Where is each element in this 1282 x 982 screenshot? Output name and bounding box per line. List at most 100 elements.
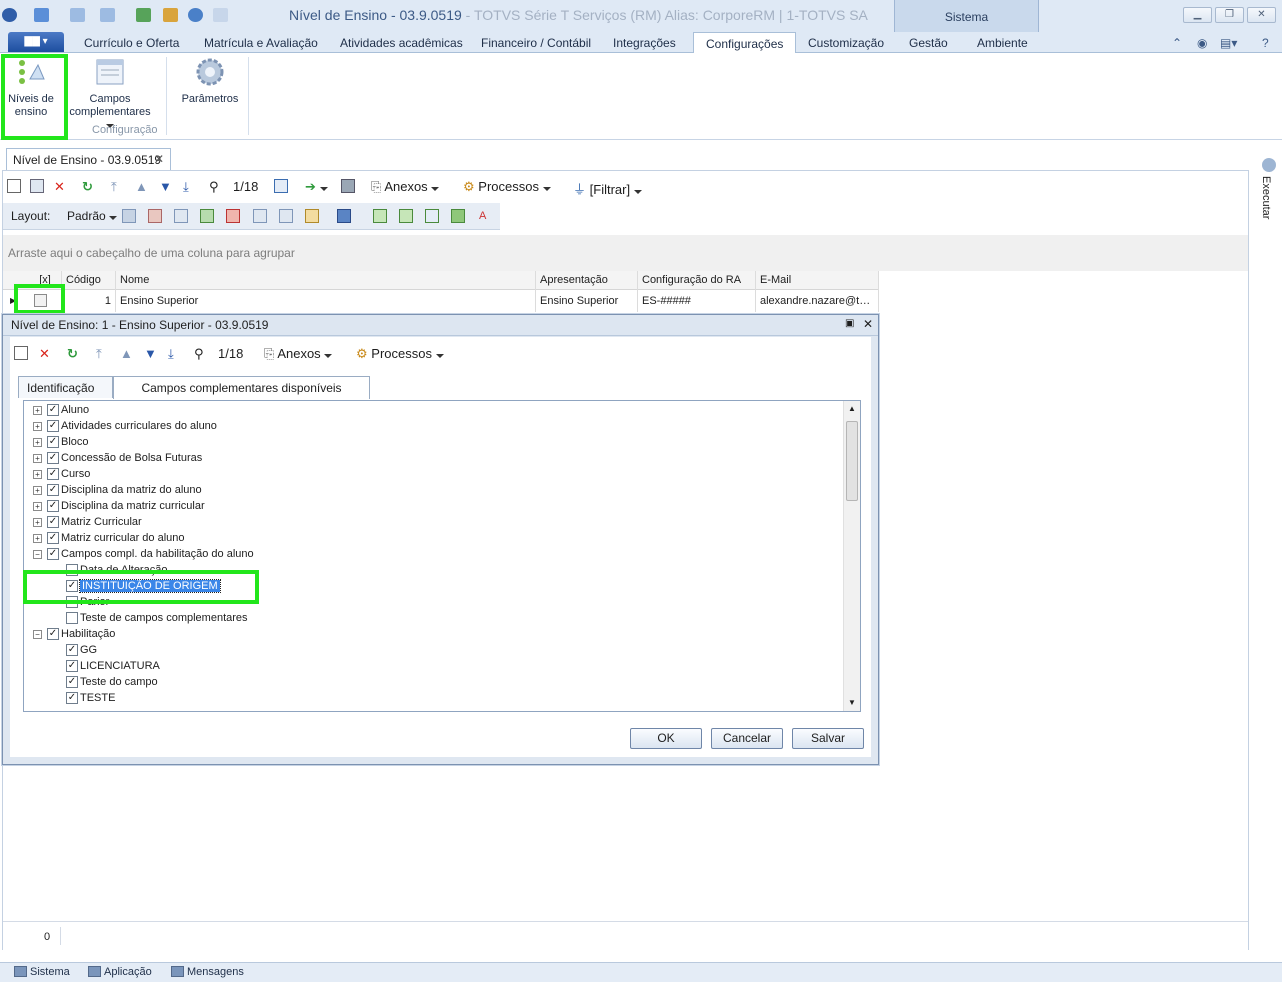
- tab-curriculo[interactable]: Currículo e Oferta: [84, 36, 179, 50]
- sistema-panel-button[interactable]: Sistema: [14, 966, 70, 978]
- help-globe-icon[interactable]: ◉: [1197, 36, 1207, 50]
- expand-icon[interactable]: +: [33, 502, 42, 511]
- help-icon[interactable]: ?: [1262, 36, 1269, 50]
- tree-checkbox[interactable]: ✓: [47, 628, 59, 640]
- close-tab-icon[interactable]: ✕: [154, 152, 164, 166]
- campos-complementares-button[interactable]: Campos complementares: [66, 57, 154, 132]
- anexos-button[interactable]: ⎘ Anexos: [371, 179, 440, 195]
- layout-tool-icon[interactable]: [253, 209, 267, 223]
- layout-view-icon[interactable]: [399, 209, 413, 223]
- aplicacao-panel-button[interactable]: Aplicação: [88, 966, 152, 978]
- refresh-icon[interactable]: ↻: [67, 346, 78, 362]
- first-record-icon[interactable]: ⤒: [96, 346, 102, 362]
- minimize-button[interactable]: ▁: [1183, 7, 1212, 23]
- tools-icon[interactable]: [163, 8, 178, 22]
- layout-tool-icon[interactable]: [174, 209, 188, 223]
- tree-checkbox[interactable]: ✓: [47, 420, 59, 432]
- tab-integracoes[interactable]: Integrações: [613, 36, 676, 50]
- expand-icon[interactable]: +: [33, 470, 42, 479]
- layout-tool-icon[interactable]: [279, 209, 293, 223]
- tree-checkbox[interactable]: ✓: [47, 436, 59, 448]
- scroll-down-icon[interactable]: ▼: [848, 698, 856, 707]
- new-icon[interactable]: [14, 346, 28, 360]
- expand-icon[interactable]: +: [33, 518, 42, 527]
- previous-record-icon[interactable]: ▲: [135, 179, 148, 194]
- parametros-button[interactable]: Parâmetros: [176, 57, 244, 106]
- mensagens-panel-button[interactable]: Mensagens: [171, 966, 244, 978]
- tree-checkbox[interactable]: ✓: [47, 404, 59, 416]
- expand-icon[interactable]: +: [33, 422, 42, 431]
- ok-button[interactable]: OK: [630, 728, 702, 749]
- tree-checkbox[interactable]: ✓: [47, 532, 59, 544]
- screen-icon[interactable]: [100, 8, 115, 22]
- calendar-icon[interactable]: [274, 179, 288, 193]
- cancel-button[interactable]: Cancelar: [711, 728, 783, 749]
- filtrar-button[interactable]: ⏚ [Filtrar]: [573, 179, 642, 198]
- table-row[interactable]: ▶ 1 Ensino Superior Ensino Superior ES-#…: [3, 290, 879, 312]
- collapse-icon[interactable]: −: [33, 550, 42, 559]
- tree-checkbox[interactable]: ✓: [47, 516, 59, 528]
- tab-customizacao[interactable]: Customização: [808, 36, 884, 50]
- last-record-icon[interactable]: ⤓: [168, 346, 174, 362]
- binoculars-icon[interactable]: ⚲: [209, 179, 219, 195]
- column-email[interactable]: E-Mail: [756, 271, 879, 290]
- collapse-ribbon-icon[interactable]: ⌃: [1172, 36, 1182, 50]
- edit-icon[interactable]: [30, 179, 44, 193]
- app-logo-icon[interactable]: [2, 8, 17, 22]
- sistema-panel[interactable]: Sistema: [894, 0, 1039, 32]
- last-record-icon[interactable]: ⤓: [183, 179, 189, 195]
- tree-checkbox[interactable]: ✓: [47, 500, 59, 512]
- document-tab[interactable]: Nível de Ensino - 03.9.0519 ✕: [6, 148, 171, 170]
- tab-gestao[interactable]: Gestão: [909, 36, 948, 50]
- scroll-up-icon[interactable]: ▲: [848, 404, 856, 413]
- save-button[interactable]: Salvar: [792, 728, 864, 749]
- next-record-icon[interactable]: ▼: [159, 179, 172, 194]
- layout-tool-icon[interactable]: [200, 209, 214, 223]
- tree-checkbox[interactable]: ✓: [47, 548, 59, 560]
- expand-icon[interactable]: +: [33, 486, 42, 495]
- layout-view-icon[interactable]: [373, 209, 387, 223]
- layout-tool-icon[interactable]: [148, 209, 162, 223]
- delete-icon[interactable]: ✕: [39, 346, 50, 362]
- tab-atividades[interactable]: Atividades acadêmicas: [340, 36, 463, 50]
- tree-checkbox[interactable]: ✓: [66, 660, 78, 672]
- column-apresentacao[interactable]: Apresentação: [536, 271, 638, 290]
- export-icon[interactable]: [136, 8, 151, 22]
- tab-campos-complementares[interactable]: Campos complementares disponíveis: [113, 376, 370, 399]
- layout-tool-icon[interactable]: [226, 209, 240, 223]
- layout-tool-icon[interactable]: [122, 209, 136, 223]
- print-icon[interactable]: [341, 179, 355, 193]
- tree-checkbox[interactable]: ✓: [47, 468, 59, 480]
- window-icon[interactable]: [70, 8, 85, 22]
- binoculars-icon[interactable]: ⚲: [194, 346, 204, 362]
- dialog-anexos-button[interactable]: ⎘ Anexos: [264, 346, 333, 362]
- tab-identificacao[interactable]: Identificação: [18, 376, 113, 398]
- tree-checkbox[interactable]: ✓: [47, 484, 59, 496]
- close-window-button[interactable]: ✕: [1247, 7, 1276, 23]
- export-arrow-icon[interactable]: ➔: [305, 179, 328, 195]
- tab-ambiente[interactable]: Ambiente: [977, 36, 1028, 50]
- group-by-area[interactable]: Arraste aqui o cabeçalho de uma coluna p…: [3, 235, 1248, 271]
- tree-checkbox[interactable]: ✓: [66, 676, 78, 688]
- expand-icon[interactable]: +: [33, 454, 42, 463]
- globe-icon[interactable]: [188, 8, 203, 22]
- expand-icon[interactable]: +: [33, 438, 42, 447]
- tab-configuracoes[interactable]: Configurações: [693, 32, 797, 53]
- tree-checkbox[interactable]: ✓: [66, 692, 78, 704]
- quick-access-icon[interactable]: [34, 8, 49, 22]
- new-icon[interactable]: [7, 179, 21, 193]
- tab-matricula[interactable]: Matrícula e Avaliação: [204, 36, 318, 50]
- chart-icon[interactable]: [337, 209, 351, 223]
- tab-financeiro[interactable]: Financeiro / Contábil: [481, 36, 591, 50]
- processos-button[interactable]: ⚙ Processos: [463, 179, 551, 195]
- previous-record-icon[interactable]: ▲: [120, 346, 133, 361]
- dialog-processos-button[interactable]: ⚙ Processos: [356, 346, 444, 362]
- first-record-icon[interactable]: ⤒: [111, 179, 117, 195]
- column-codigo[interactable]: Código: [62, 271, 116, 290]
- expand-icon[interactable]: +: [33, 534, 42, 543]
- delete-icon[interactable]: ✕: [54, 179, 65, 195]
- scroll-thumb[interactable]: [846, 421, 858, 501]
- layout-tool-icon[interactable]: [305, 209, 319, 223]
- expand-icon[interactable]: +: [33, 406, 42, 415]
- column-config-ra[interactable]: Configuração do RA: [638, 271, 756, 290]
